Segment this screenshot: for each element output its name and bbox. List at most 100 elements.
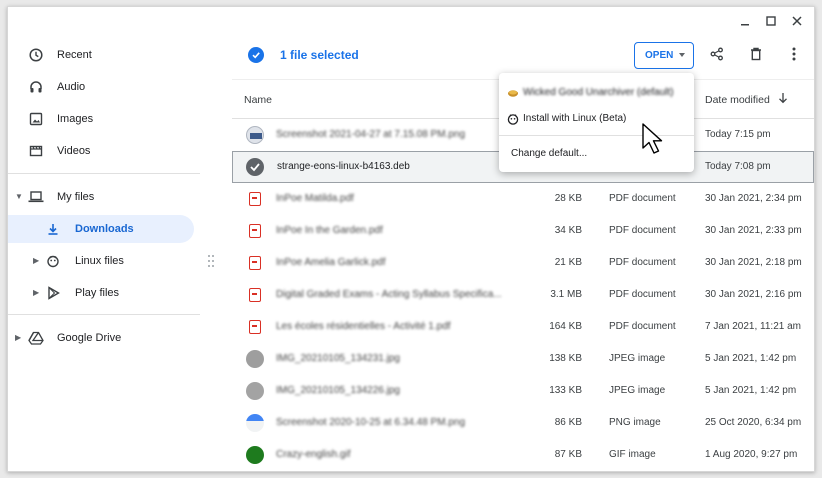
- file-type: JPEG image: [609, 353, 666, 364]
- selection-check-icon[interactable]: [248, 47, 264, 63]
- file-date: 25 Oct 2020, 6:34 pm: [705, 417, 802, 428]
- sidebar-item-play-files[interactable]: ▶ Play files: [8, 279, 194, 307]
- table-row[interactable]: Crazy-english.gif 87 KB GIF image 1 Aug …: [232, 439, 814, 471]
- menu-item-label: Change default...: [511, 148, 588, 159]
- film-icon: [28, 143, 44, 159]
- google-drive-icon: [28, 330, 44, 346]
- sidebar-item-linux-files[interactable]: ▶ Linux files: [8, 247, 194, 275]
- file-name: Digital Graded Exams - Acting Syllabus S…: [276, 289, 502, 300]
- clock-icon: [28, 47, 44, 63]
- table-row[interactable]: Les écoles résidentielles - Activité 1.p…: [232, 311, 814, 343]
- table-row[interactable]: InPoe In the Garden.pdf 34 KB PDF docume…: [232, 215, 814, 247]
- sort-arrow-down-icon[interactable]: [778, 92, 788, 107]
- file-date: Today 7:08 pm: [705, 161, 771, 172]
- selection-toolbar: 1 file selected OPEN: [232, 39, 814, 75]
- file-name: strange-eons-linux-b4163.deb: [277, 161, 410, 172]
- pdf-file-icon: [249, 288, 261, 302]
- image-icon: [28, 111, 44, 127]
- sidebar-item-recent[interactable]: Recent: [8, 41, 194, 69]
- file-date: 5 Jan 2021, 1:42 pm: [705, 385, 797, 396]
- files-app-window: Recent Audio Images Videos ▼ My files Do…: [7, 6, 815, 472]
- file-name: InPoe Amelia Garlick.pdf: [276, 257, 386, 268]
- sidebar-item-label: Downloads: [75, 223, 134, 235]
- pdf-file-icon: [249, 320, 261, 334]
- file-size: 164 KB: [549, 321, 582, 332]
- file-name: IMG_20210105_134231.jpg: [276, 353, 400, 364]
- play-store-icon: [45, 285, 61, 301]
- pdf-file-icon: [249, 192, 261, 206]
- file-type: PDF document: [609, 225, 676, 236]
- share-icon[interactable]: [708, 45, 726, 63]
- file-type: PDF document: [609, 257, 676, 268]
- mouse-pointer-icon: [640, 122, 670, 162]
- file-size: 34 KB: [554, 225, 582, 236]
- column-header-date[interactable]: Date modified: [705, 94, 770, 106]
- sidebar-divider: [8, 314, 200, 315]
- file-date: 30 Jan 2021, 2:34 pm: [705, 193, 802, 204]
- file-type: PDF document: [609, 321, 676, 332]
- file-size: 138 KB: [549, 353, 582, 364]
- selection-count: 1 file selected: [280, 48, 359, 62]
- menu-item-label: Install with Linux (Beta): [523, 113, 627, 124]
- sidebar: Recent Audio Images Videos ▼ My files Do…: [8, 7, 202, 471]
- table-row[interactable]: IMG_20210105_134226.jpg 133 KB JPEG imag…: [232, 375, 814, 407]
- collapsed-caret-icon[interactable]: ▶: [33, 256, 39, 265]
- collapsed-caret-icon[interactable]: ▶: [33, 288, 39, 297]
- file-date: Today 7:15 pm: [705, 129, 771, 140]
- expanded-caret-icon[interactable]: ▼: [15, 192, 23, 201]
- sidebar-item-downloads[interactable]: Downloads: [8, 215, 194, 243]
- headphones-icon: [28, 79, 44, 95]
- table-row[interactable]: InPoe Amelia Garlick.pdf 21 KB PDF docum…: [232, 247, 814, 279]
- minimize-icon[interactable]: [732, 11, 758, 31]
- file-type: PDF document: [609, 289, 676, 300]
- sidebar-item-label: Recent: [57, 49, 92, 61]
- sidebar-item-videos[interactable]: Videos: [8, 137, 194, 165]
- table-row[interactable]: InPoe Matilda.pdf 28 KB PDF document 30 …: [232, 183, 814, 215]
- splitter-handle-icon[interactable]: [207, 254, 215, 268]
- sidebar-item-label: Videos: [57, 145, 91, 157]
- jpg-thumbnail-icon: [246, 382, 264, 400]
- more-options-icon[interactable]: [785, 45, 803, 63]
- column-header-name[interactable]: Name: [244, 94, 272, 106]
- sidebar-item-label: Google Drive: [57, 332, 122, 344]
- file-size: 87 KB: [554, 449, 582, 460]
- file-size: 86 KB: [554, 417, 582, 428]
- file-size: 28 KB: [554, 193, 582, 204]
- file-name: InPoe In the Garden.pdf: [276, 225, 383, 236]
- delete-icon[interactable]: [747, 45, 765, 63]
- window-controls: [732, 11, 810, 31]
- file-name: Screenshot 2021-04-27 at 7.15.08 PM.png: [276, 129, 466, 140]
- file-name: IMG_20210105_134226.jpg: [276, 385, 400, 396]
- sidebar-divider: [8, 173, 200, 174]
- table-row[interactable]: IMG_20210105_134231.jpg 138 KB JPEG imag…: [232, 343, 814, 375]
- file-date: 30 Jan 2021, 2:33 pm: [705, 225, 802, 236]
- file-date: 30 Jan 2021, 2:16 pm: [705, 289, 802, 300]
- pdf-file-icon: [249, 224, 261, 238]
- sidebar-item-audio[interactable]: Audio: [8, 73, 194, 101]
- file-name: InPoe Matilda.pdf: [276, 193, 354, 204]
- archive-app-icon: [507, 87, 519, 99]
- collapsed-caret-icon[interactable]: ▶: [15, 333, 21, 342]
- open-button-label: OPEN: [645, 50, 674, 61]
- table-row[interactable]: Digital Graded Exams - Acting Syllabus S…: [232, 279, 814, 311]
- sidebar-item-my-files[interactable]: ▼ My files: [8, 183, 194, 211]
- gif-thumbnail-icon: [246, 446, 264, 464]
- menu-item-default-app[interactable]: Wicked Good Unarchiver (default): [499, 81, 694, 105]
- file-date: 7 Jan 2021, 11:21 am: [705, 321, 801, 332]
- sidebar-item-label: Play files: [75, 287, 120, 299]
- sidebar-item-label: Audio: [57, 81, 86, 93]
- file-name: Screenshot 2020-10-25 at 6.34.48 PM.png: [276, 417, 466, 428]
- file-date: 30 Jan 2021, 2:18 pm: [705, 257, 802, 268]
- file-name: Les écoles résidentielles - Activité 1.p…: [276, 321, 451, 332]
- file-type: JPEG image: [609, 385, 666, 396]
- pdf-file-icon: [249, 256, 261, 270]
- sidebar-item-images[interactable]: Images: [8, 105, 194, 133]
- chevron-down-icon: [679, 53, 685, 57]
- sidebar-item-google-drive[interactable]: ▶ Google Drive: [8, 324, 194, 352]
- table-row[interactable]: Screenshot 2020-10-25 at 6.34.48 PM.png …: [232, 407, 814, 439]
- close-icon[interactable]: [784, 11, 810, 31]
- sidebar-item-label: Linux files: [75, 255, 124, 267]
- open-button[interactable]: OPEN: [634, 42, 694, 69]
- maximize-icon[interactable]: [758, 11, 784, 31]
- sidebar-item-label: Images: [57, 113, 94, 125]
